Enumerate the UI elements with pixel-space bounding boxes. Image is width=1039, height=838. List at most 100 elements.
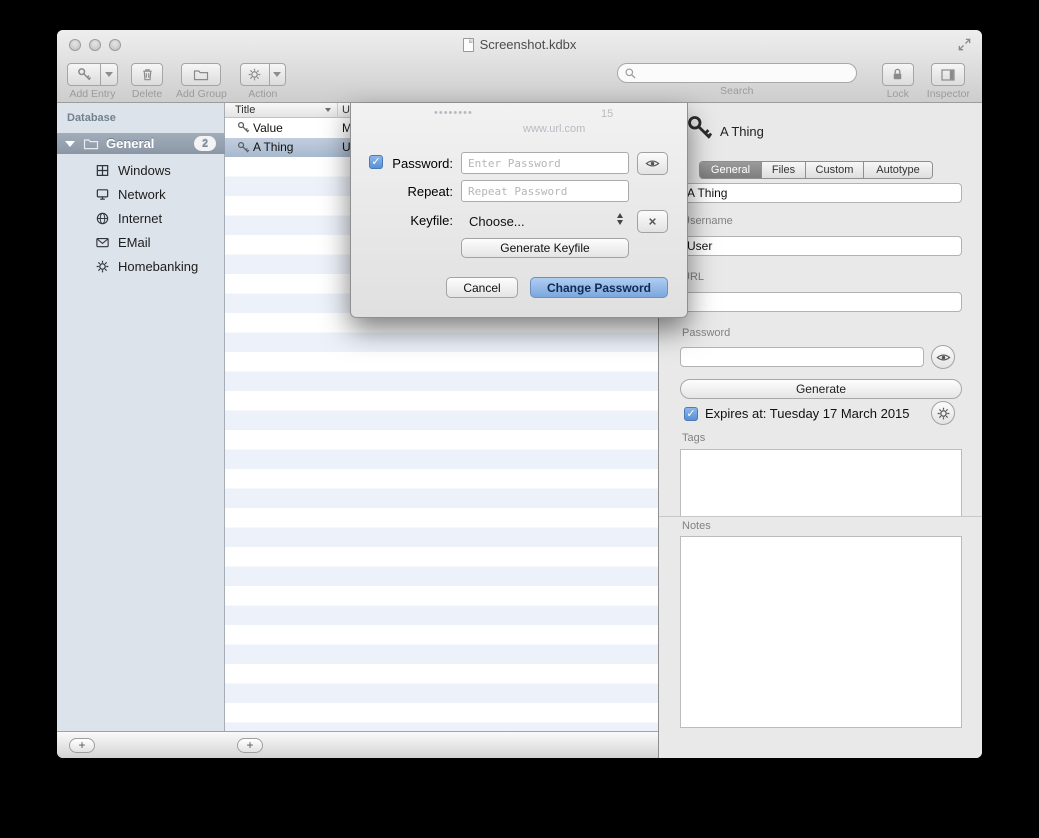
entry-title-cell: A Thing [253,140,293,154]
change-password-button[interactable]: Change Password [530,277,668,298]
sidebar-item-label: EMail [118,235,151,250]
disclosure-triangle-icon[interactable] [65,141,75,147]
action-dropdown-button[interactable] [270,63,286,86]
action-item: Action [240,63,286,100]
inspector-divider [659,516,982,517]
add-group-plus-button[interactable]: + [69,738,95,753]
internet-globe-icon [95,211,110,226]
chevron-down-icon [273,72,281,77]
popup-stepper-icon [617,213,623,225]
expires-label: Expires at: Tuesday 17 March 2015 [705,406,910,421]
url-field[interactable] [680,292,962,312]
dialog-keyfile-label: Keyfile: [385,213,453,228]
lock-button[interactable] [882,63,914,86]
entry-title-cell: Value [253,121,283,135]
username-field[interactable] [680,236,962,256]
key-icon [237,121,250,134]
tab-files[interactable]: Files [762,162,806,178]
dimmed-password-cell: •••••••• [434,107,473,119]
key-icon [77,67,92,82]
add-group-button[interactable] [181,63,221,86]
fullscreen-icon[interactable] [957,37,972,52]
column-divider[interactable] [337,103,338,118]
sidebar-section-header: Database [67,112,116,124]
add-entry-plus-button[interactable]: + [237,738,263,753]
eye-icon [645,156,660,171]
inspector-tabs: General Files Custom Autotype [699,161,933,179]
dialog-repeat-label: Repeat: [385,184,453,199]
delete-item: Delete [131,63,163,100]
sidebar-group-general[interactable]: General 2 [57,133,225,154]
title-bar: Screenshot.kdbx [57,30,982,60]
network-icon [95,187,110,202]
username-label: Username [682,215,733,227]
sidebar-item-label: Network [118,187,166,202]
search-input[interactable] [642,65,850,81]
close-x-icon [646,215,659,228]
entry-count-badge: 2 [194,136,216,151]
inspector-item: Inspector [927,63,970,100]
dialog-password-label: Password: [385,156,453,171]
title-field[interactable] [680,183,962,203]
notes-label: Notes [682,520,711,532]
folder-icon [193,67,209,83]
window-title-group: Screenshot.kdbx [57,37,982,52]
generate-keyfile-button[interactable]: Generate Keyfile [461,238,629,258]
generate-password-button[interactable]: Generate [680,379,962,399]
tab-autotype[interactable]: Autotype [864,162,932,178]
sidebar-item-windows[interactable]: Windows [57,159,225,181]
lock-icon [890,67,905,82]
inspector-toggle-button[interactable] [931,63,965,86]
tags-field[interactable] [680,449,962,517]
delete-label: Delete [132,88,162,100]
add-group-label: Add Group [176,88,227,100]
tab-general[interactable]: General [700,162,762,178]
sidebar-item-homebanking[interactable]: Homebanking [57,255,225,277]
chevron-down-icon [105,72,113,77]
reveal-password-button[interactable] [637,152,668,175]
gear-icon [936,406,951,421]
search-field [617,63,857,83]
action-button[interactable] [240,63,270,86]
delete-button[interactable] [131,63,163,86]
column-header-title[interactable]: Title [235,104,255,116]
search-item: Search [617,63,857,97]
inspector-entry-title: A Thing [720,124,764,139]
screen: Screenshot.kdbx Add Entry [0,0,1039,838]
homebanking-gear-icon [95,259,110,274]
search-icon [624,67,637,80]
action-label: Action [248,88,277,100]
tags-label: Tags [682,432,705,444]
sidebar-item-internet[interactable]: Internet [57,207,225,229]
show-password-button[interactable] [931,345,955,369]
entry-key-icon [686,114,714,142]
keyfile-popup[interactable]: Choose... [461,210,629,233]
sort-indicator-icon [325,108,331,112]
add-entry-item: Add Entry [67,63,118,100]
sidebar-item-label: Homebanking [118,259,198,274]
password-field[interactable] [680,347,924,367]
notes-field[interactable] [680,536,962,728]
expires-checkbox[interactable] [684,407,698,421]
tab-custom[interactable]: Custom [806,162,864,178]
lock-label: Lock [887,88,909,100]
password-label: Password [682,327,730,339]
add-entry-dropdown-button[interactable] [101,63,118,86]
sidebar-bottom-bar: + [57,731,225,758]
new-password-input[interactable] [461,152,629,174]
sidebar-item-network[interactable]: Network [57,183,225,205]
gear-icon [247,67,262,82]
add-entry-button[interactable] [67,63,101,86]
clear-keyfile-button[interactable] [637,210,668,233]
expires-options-button[interactable] [931,401,955,425]
inspector-panel: A Thing General Files Custom Autotype Us… [658,103,982,758]
cancel-button[interactable]: Cancel [446,277,518,298]
sidebar: Database General 2 Windows Network Inter… [57,103,225,731]
inspector-label: Inspector [927,88,970,100]
folder-icon [83,136,99,152]
add-entry-label: Add Entry [69,88,115,100]
password-enabled-checkbox[interactable] [369,155,383,169]
sidebar-item-email[interactable]: EMail [57,231,225,253]
toolbar: Add Entry Delete Add Group [57,60,982,103]
repeat-password-input[interactable] [461,180,629,202]
